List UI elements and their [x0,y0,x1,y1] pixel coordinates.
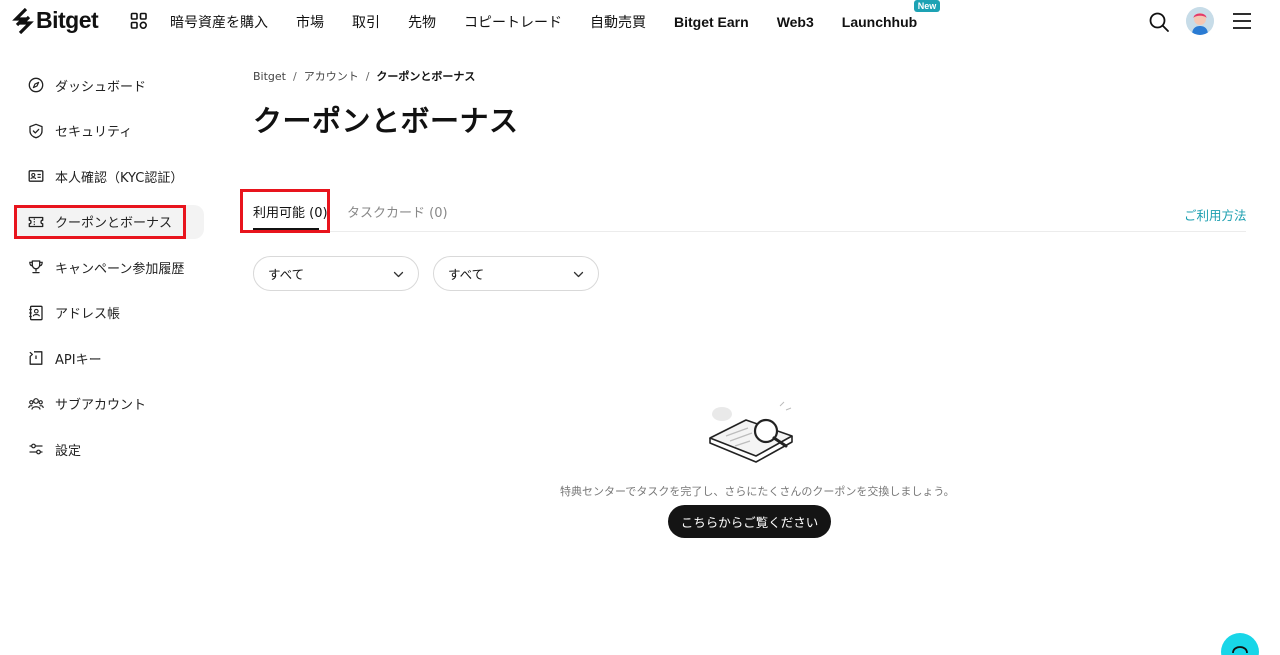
sidebar-item-kyc[interactable]: 本人確認（KYC認証） [14,159,204,193]
coupon-status-select[interactable]: すべて [433,256,599,291]
page-title: クーポンとボーナス [253,104,519,138]
bitget-logo-icon [12,7,34,34]
sidebar-item-label: ダッシュボード [55,79,147,95]
new-badge: New [913,0,941,12]
view-rewards-button[interactable]: こちらからご覧ください [668,505,831,538]
nav-futures[interactable]: 先物 [408,12,436,32]
sidebar-item-dashboard[interactable]: ダッシュボード [14,68,204,102]
breadcrumb-home[interactable]: Bitget [253,70,286,83]
breadcrumb: Bitget / アカウント / クーポンとボーナス [253,68,475,84]
sidebar-item-label: 設定 [55,443,82,459]
compass-icon [28,77,44,93]
sidebar-item-campaign-history[interactable]: キャンペーン参加履歴 [14,250,204,284]
sidebar-item-address-book[interactable]: アドレス帳 [14,296,204,330]
nav-trade[interactable]: 取引 [352,12,380,32]
support-chat-button[interactable] [1221,633,1259,655]
sidebar-item-api-keys[interactable]: APIキー [14,341,204,375]
bitget-logo[interactable]: Bitget [12,7,99,34]
how-to-use-link[interactable]: ご利用方法 [1184,205,1247,224]
breadcrumb-current: クーポンとボーナス [376,70,476,83]
nav-bots[interactable]: 自動売買 [590,12,646,32]
users-icon [28,397,44,410]
nav-bitget-earn[interactable]: Bitget Earn [674,14,749,30]
tab-task-cards-label: タスクカード (0) [347,206,448,221]
sidebar-item-security[interactable]: セキュリティ [14,114,204,148]
avatar-image [1186,7,1214,35]
sliders-icon [29,443,43,455]
account-sidebar: ダッシュボード セキュリティ 本人確認（KYC認証） クーポンとボーナス キャン… [14,68,204,478]
sidebar-item-label: キャンペーン参加履歴 [55,261,185,277]
coupon-tabs: 利用可能 (0) タスクカード (0) [240,189,1246,233]
user-avatar[interactable] [1186,7,1214,35]
sidebar-item-sub-accounts[interactable]: サブアカウント [14,387,204,421]
highlight-box [14,204,186,239]
chevron-down-icon [573,271,584,278]
tab-task-cards[interactable]: タスクカード (0) [347,202,448,221]
api-key-icon [29,351,43,365]
hamburger-menu-icon[interactable] [1232,12,1252,30]
tab-available[interactable]: 利用可能 (0) [240,189,330,233]
sidebar-item-settings[interactable]: 設定 [14,432,204,466]
breadcrumb-separator: / [292,69,297,83]
nav-web3[interactable]: Web3 [777,14,814,30]
address-book-icon [29,305,43,320]
chevron-down-icon [393,271,404,278]
select-value: すべて [268,267,305,282]
nav-copy-trade[interactable]: コピートレード [464,12,562,32]
shield-check-icon [29,123,43,138]
sidebar-item-coupons[interactable]: クーポンとボーナス [14,204,204,239]
highlight-box [240,189,330,233]
nav-buy-crypto[interactable]: 暗号資産を購入 [170,12,268,32]
sidebar-item-label: APIキー [55,352,102,368]
search-icon[interactable] [1148,11,1170,33]
main-nav: 暗号資産を購入 市場 取引 先物 コピートレード 自動売買 Bitget Ear… [170,0,941,44]
nav-markets[interactable]: 市場 [296,12,324,32]
nav-launchhub[interactable]: Launchhub New [841,0,941,30]
breadcrumb-account[interactable]: アカウント [304,68,359,84]
brand-name: Bitget [36,7,99,33]
empty-state-message: 特典センターでタスクを完了し、さらにたくさんのクーポンを交換しましょう。 [560,485,955,498]
trophy-icon [29,260,43,274]
headset-icon [1232,646,1248,654]
empty-state-illustration [709,401,793,463]
sidebar-item-label: 本人確認（KYC認証） [55,170,184,186]
nav-launchhub-label: Launchhub [841,14,918,30]
sidebar-item-label: サブアカウント [55,398,147,413]
sidebar-item-label: セキュリティ [55,125,133,140]
sidebar-item-label: アドレス帳 [55,307,121,322]
select-value: すべて [448,267,485,282]
breadcrumb-separator: / [365,69,370,83]
id-card-icon [28,170,44,182]
coupon-type-select[interactable]: すべて [253,256,419,291]
apps-grid-icon[interactable] [130,12,148,30]
top-header: Bitget 暗号資産を購入 市場 取引 先物 コピートレード 自動売買 Bit… [0,0,1280,44]
